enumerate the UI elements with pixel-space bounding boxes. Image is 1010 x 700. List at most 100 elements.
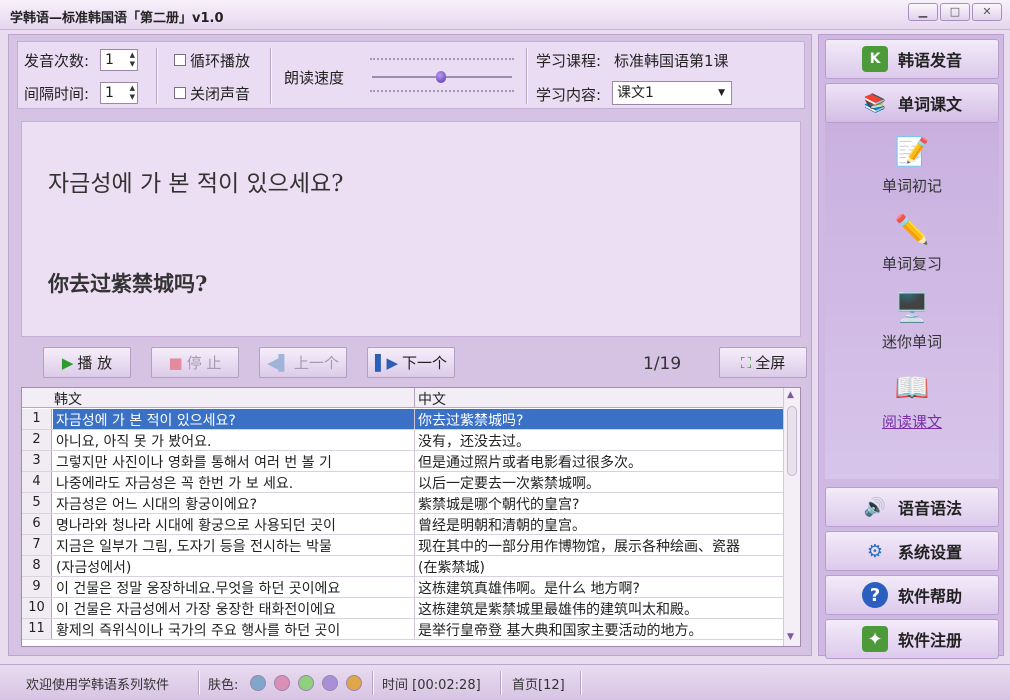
mute-checkbox[interactable] xyxy=(174,87,186,99)
divider xyxy=(372,671,374,695)
play-button[interactable]: ▶ 播 放 xyxy=(43,347,131,378)
content-select[interactable]: 课文1 ▼ xyxy=(612,81,732,105)
speaker-icon: 🔊 xyxy=(863,496,887,518)
sidebar-item-label: 韩语发音 xyxy=(898,51,963,70)
content-label: 学习内容: xyxy=(536,86,602,104)
window-title: 学韩语—标准韩国语「第二册」v1.0 xyxy=(10,11,224,26)
prev-button[interactable]: ◀▌ 上一个 xyxy=(259,347,347,378)
pencil-cup-icon: ✏️ xyxy=(894,212,930,246)
title-bar: 学韩语—标准韩国语「第二册」v1.0 ▁ □ ✕ xyxy=(0,0,1010,30)
row-chinese: 曾经是明朝和清朝的皇宫。 xyxy=(418,518,586,534)
table-scrollbar[interactable]: ▲ ▼ xyxy=(783,388,800,646)
skin-swatch[interactable] xyxy=(346,675,362,691)
speed-label: 朗读速度 xyxy=(284,69,345,87)
row-korean: 아니요, 아직 못 가 봤어요. xyxy=(56,434,212,450)
divider xyxy=(526,48,528,104)
books-icon: 📚 xyxy=(863,92,887,114)
close-button[interactable]: ✕ xyxy=(972,3,1002,21)
next-label: 下一个 xyxy=(402,354,448,372)
window-controls: ▁ □ ✕ xyxy=(908,3,1002,21)
row-korean: 자금성에 가 본 적이 있으세요? xyxy=(56,413,236,429)
interval-stepper[interactable]: 1 ▲ ▼ xyxy=(100,82,138,104)
table-row[interactable]: 1 자금성에 가 본 적이 있으세요? 你去过紫禁城吗? xyxy=(22,409,784,430)
home-count: 首页[12] xyxy=(512,678,565,693)
row-chinese: 你去过紫禁城吗? xyxy=(418,413,524,429)
fullscreen-button[interactable]: ⛶ 全屏 xyxy=(719,347,807,378)
column-divider xyxy=(414,598,415,618)
sub-item-first-memory[interactable]: 📝 单词初记 xyxy=(825,133,999,196)
fullscreen-label: 全屏 xyxy=(755,354,786,372)
column-divider xyxy=(414,619,415,639)
row-korean: (자금성에서) xyxy=(56,560,132,576)
sidebar-item-vocab-text[interactable]: 📚 单词课文 xyxy=(825,83,999,123)
sidebar-item-register[interactable]: ✦ 软件注册 xyxy=(825,619,999,659)
play-count-stepper[interactable]: 1 ▲ ▼ xyxy=(100,49,138,71)
table-row[interactable]: 6 명나라와 청나라 시대에 황궁으로 사용되던 곳이 曾经是明朝和清朝的皇宫。 xyxy=(22,514,784,535)
row-number: 11 xyxy=(22,619,52,639)
play-icon: ▶ xyxy=(61,353,74,372)
stop-icon: ■ xyxy=(168,353,183,372)
scroll-down-icon[interactable]: ▼ xyxy=(787,632,794,642)
next-button[interactable]: ▌▶ 下一个 xyxy=(367,347,455,378)
row-chinese: 这栋建筑真雄伟啊。是什么 地方啊? xyxy=(418,581,640,597)
table-row[interactable]: 11 황제의 즉위식이나 국가의 주요 행사를 하던 곳이 是举行皇帝登 基大典和国… xyxy=(22,619,784,640)
sub-item-review[interactable]: ✏️ 单词复习 xyxy=(825,211,999,274)
course-value: 标准韩国语第1课 xyxy=(614,52,729,70)
sidebar-item-help[interactable]: ? 软件帮助 xyxy=(825,575,999,615)
row-chinese: 这栋建筑是紫禁城里最雄伟的建筑叫太和殿。 xyxy=(418,602,698,618)
row-chinese: 现在其中的一部分用作博物馆，展示各种绘画、瓷器 xyxy=(418,539,740,555)
sentence-display: 자금성에 가 본 적이 있으세요? 你去过紫禁城吗? xyxy=(21,121,801,337)
row-korean: 이 건물은 자금성에서 가장 웅장한 태화전이에요 xyxy=(56,602,336,618)
divider xyxy=(500,671,502,695)
sidebar-item-settings[interactable]: ⚙ 系统设置 xyxy=(825,531,999,571)
skin-swatch[interactable] xyxy=(274,675,290,691)
minimize-button[interactable]: ▁ xyxy=(908,3,938,21)
row-chinese: 是举行皇帝登 基大典和国家主要活动的地方。 xyxy=(418,623,703,639)
row-number: 4 xyxy=(22,472,52,492)
table-row[interactable]: 3 그렇지만 사진이나 영화를 통해서 여러 번 볼 기 但是通过照片或者电影看过很… xyxy=(22,451,784,472)
speed-slider-knob[interactable] xyxy=(436,71,446,83)
stepper-arrows-icon[interactable]: ▲ ▼ xyxy=(130,51,135,69)
skin-swatch[interactable] xyxy=(250,675,266,691)
column-divider xyxy=(414,388,415,408)
row-number: 9 xyxy=(22,577,52,597)
col-korean-header[interactable]: 韩文 xyxy=(54,389,82,409)
row-number: 7 xyxy=(22,535,52,555)
col-chinese-header[interactable]: 中文 xyxy=(418,389,446,409)
maximize-button[interactable]: □ xyxy=(940,3,970,21)
chinese-sentence: 你去过紫禁城吗? xyxy=(48,271,208,296)
divider xyxy=(198,671,200,695)
vocab-subpanel: 📝 单词初记 ✏️ 单词复习 🖥️ 迷你单词 📖 阅读课文 xyxy=(825,123,999,479)
sidebar-item-pronunciation[interactable]: K 韩语发音 xyxy=(825,39,999,79)
column-divider xyxy=(414,556,415,576)
skin-swatch[interactable] xyxy=(322,675,338,691)
chevron-down-icon[interactable]: ▼ xyxy=(718,82,725,104)
sidebar-item-label: 语音语法 xyxy=(898,499,963,518)
table-row[interactable]: 8 (자금성에서) (在紫禁城) xyxy=(22,556,784,577)
skin-swatch[interactable] xyxy=(298,675,314,691)
table-row[interactable]: 2 아니요, 아직 못 가 봤어요. 没有，还没去过。 xyxy=(22,430,784,451)
row-korean: 황제의 즉위식이나 국가의 주요 행사를 하던 곳이 xyxy=(56,623,341,639)
scroll-up-icon[interactable]: ▲ xyxy=(787,390,794,400)
sub-item-reading[interactable]: 📖 阅读课文 xyxy=(825,369,999,432)
sub-item-label: 阅读课文 xyxy=(881,413,942,431)
row-korean: 자금성은 어느 시대의 황궁이에요? xyxy=(56,497,258,513)
table-row[interactable]: 5 자금성은 어느 시대의 황궁이에요? 紫禁城是哪个朝代的皇宫? xyxy=(22,493,784,514)
divider xyxy=(156,48,158,104)
sub-item-mini[interactable]: 🖥️ 迷你单词 xyxy=(825,289,999,352)
table-row[interactable]: 4 나중에라도 자금성은 꼭 한번 가 보 세요. 以后一定要去一次紫禁城啊。 xyxy=(22,472,784,493)
next-icon: ▌▶ xyxy=(374,353,399,372)
scrollbar-thumb[interactable] xyxy=(787,406,797,476)
sidebar-item-label: 软件注册 xyxy=(898,631,963,650)
table-row[interactable]: 7 지금은 일부가 그림, 도자기 등을 전시하는 박물 现在其中的一部分用作博物馆… xyxy=(22,535,784,556)
row-chinese: 没有，还没去过。 xyxy=(418,434,530,450)
column-divider xyxy=(414,493,415,513)
table-row[interactable]: 9이 건물은 정말 웅장하네요.무엇을 하던 곳이에요 这栋建筑真雄伟啊。是什么 … xyxy=(22,577,784,598)
stop-button[interactable]: ■ 停 止 xyxy=(151,347,239,378)
row-chinese: (在紫禁城) xyxy=(418,560,485,576)
stepper-arrows-icon[interactable]: ▲ ▼ xyxy=(130,84,135,102)
loop-checkbox[interactable] xyxy=(174,54,186,66)
sidebar-item-grammar[interactable]: 🔊 语音语法 xyxy=(825,487,999,527)
table-row[interactable]: 10 이 건물은 자금성에서 가장 웅장한 태화전이에요 这栋建筑是紫禁城里最雄伟的… xyxy=(22,598,784,619)
interval-value: 1 xyxy=(105,85,114,101)
